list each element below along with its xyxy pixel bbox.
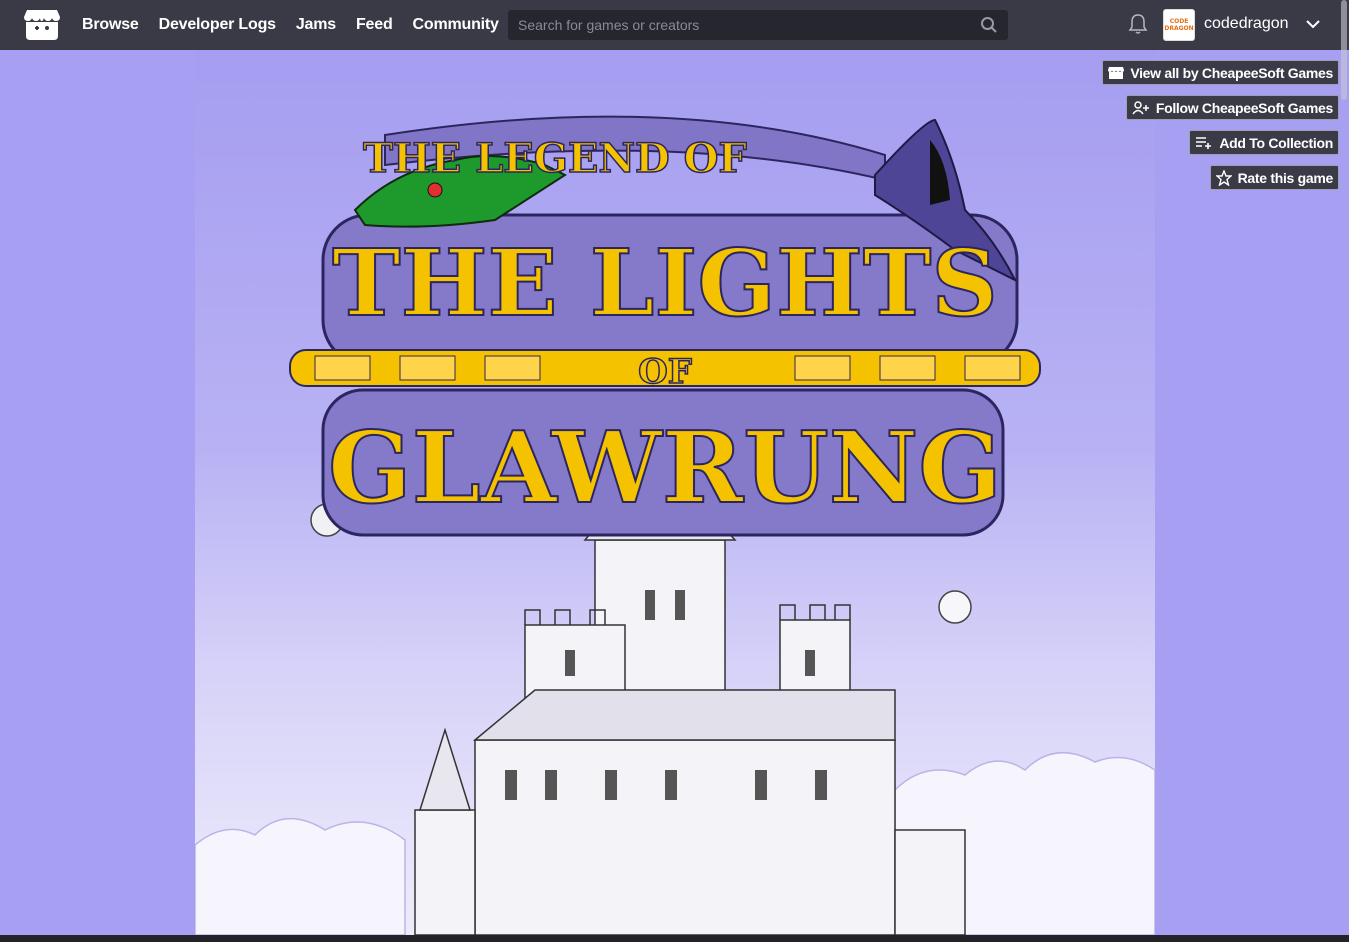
itchio-logo-icon[interactable] [22, 7, 62, 43]
title-line-4: GLAWRUNG [328, 411, 1002, 526]
notification-bell-icon[interactable] [1128, 13, 1148, 35]
nav-developer-logs[interactable]: Developer Logs [159, 16, 276, 34]
add-to-collection-button[interactable]: Add To Collection [1189, 130, 1339, 155]
follow-creator-button[interactable]: Follow CheapeeSoft Games [1125, 95, 1339, 120]
avatar-logo-text: CODE DRAGON [1164, 18, 1194, 32]
view-all-label: View all by CheapeeSoft Games [1130, 64, 1333, 81]
nav-browse[interactable]: Browse [82, 16, 139, 34]
page-scrollbar[interactable] [1341, 0, 1347, 100]
add-user-icon [1132, 100, 1149, 114]
game-actions-panel: View all by CheapeeSoft Games Follow Che… [1102, 60, 1339, 190]
itchio-store-icon [1108, 66, 1125, 79]
view-all-by-creator-button[interactable]: View all by CheapeeSoft Games [1102, 60, 1339, 85]
rate-game-button[interactable]: Rate this game [1209, 165, 1339, 190]
game-cover-image: THE LEGEND OF THE LIGHTS OF GLAWRUNG [195, 50, 1155, 935]
nav-feed[interactable]: Feed [356, 16, 393, 34]
main-nav: Browse Developer Logs Jams Feed Communit… [82, 16, 499, 34]
title-line-2: THE LIGHTS [332, 229, 998, 337]
search-bar [508, 10, 1008, 40]
search-icon[interactable] [980, 16, 998, 34]
username-label[interactable]: codedragon [1204, 15, 1289, 33]
title-line-1: THE LEGEND OF [363, 135, 747, 182]
playlist-add-icon [1196, 136, 1212, 149]
search-input[interactable] [508, 17, 968, 33]
star-icon [1215, 169, 1232, 186]
title-line-3: OF [638, 352, 692, 392]
chevron-down-icon[interactable] [1304, 15, 1322, 33]
rate-label: Rate this game [1237, 169, 1334, 186]
follow-label: Follow CheapeeSoft Games [1155, 99, 1333, 116]
cover-artwork: THE LEGEND OF THE LIGHTS OF GLAWRUNG [195, 115, 1155, 935]
user-avatar[interactable]: CODE DRAGON [1163, 9, 1195, 41]
bottom-scroll-edge [0, 935, 1349, 942]
add-collection-label: Add To Collection [1219, 134, 1333, 151]
top-navigation-bar: Browse Developer Logs Jams Feed Communit… [0, 0, 1349, 100]
nav-community[interactable]: Community [413, 16, 499, 34]
nav-jams[interactable]: Jams [296, 16, 336, 34]
